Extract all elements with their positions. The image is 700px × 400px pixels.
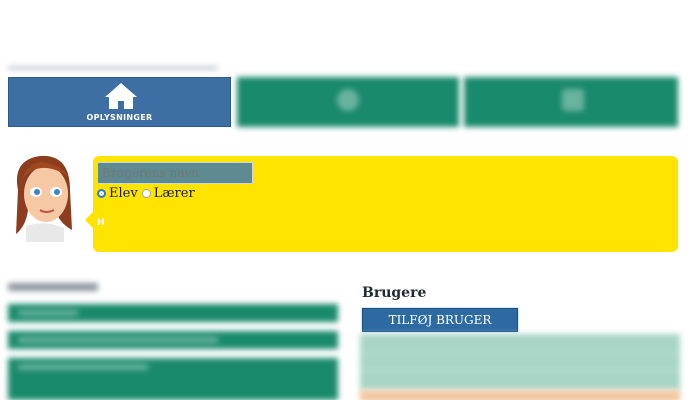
role-label-laerer: Lærer (153, 186, 195, 201)
resize-icon[interactable]: H (97, 219, 107, 228)
role-radio-laerer[interactable] (141, 189, 151, 198)
role-option-laerer[interactable]: Lærer (141, 186, 195, 201)
blurred-list-item[interactable] (8, 358, 338, 400)
user-name-input[interactable] (97, 162, 253, 184)
avatar (16, 155, 72, 242)
users-table (360, 334, 680, 390)
role-selector: Elev Lærer (97, 186, 199, 201)
globe-icon (337, 89, 359, 111)
blurred-footer-row (360, 390, 680, 400)
blurred-list-item[interactable] (8, 331, 338, 349)
chart-icon (562, 89, 584, 111)
tab-oplysninger-label: OPLYSNINGER (86, 113, 153, 122)
role-option-elev[interactable]: Elev (97, 186, 138, 201)
home-icon (105, 83, 137, 109)
role-radio-elev[interactable] (97, 189, 106, 198)
blurred-section-heading (8, 283, 98, 291)
tab-3[interactable] (464, 77, 678, 127)
tab-2[interactable] (237, 77, 459, 127)
tab-oplysninger[interactable]: OPLYSNINGER (8, 77, 231, 127)
blurred-list-item[interactable] (8, 304, 338, 322)
users-heading: Brugere (362, 285, 427, 301)
role-label-elev: Elev (109, 186, 138, 201)
profile-panel: Elev Lærer H (85, 156, 678, 252)
blurred-header-text (8, 66, 218, 70)
add-user-button[interactable]: TILFØJ BRUGER (362, 308, 518, 332)
